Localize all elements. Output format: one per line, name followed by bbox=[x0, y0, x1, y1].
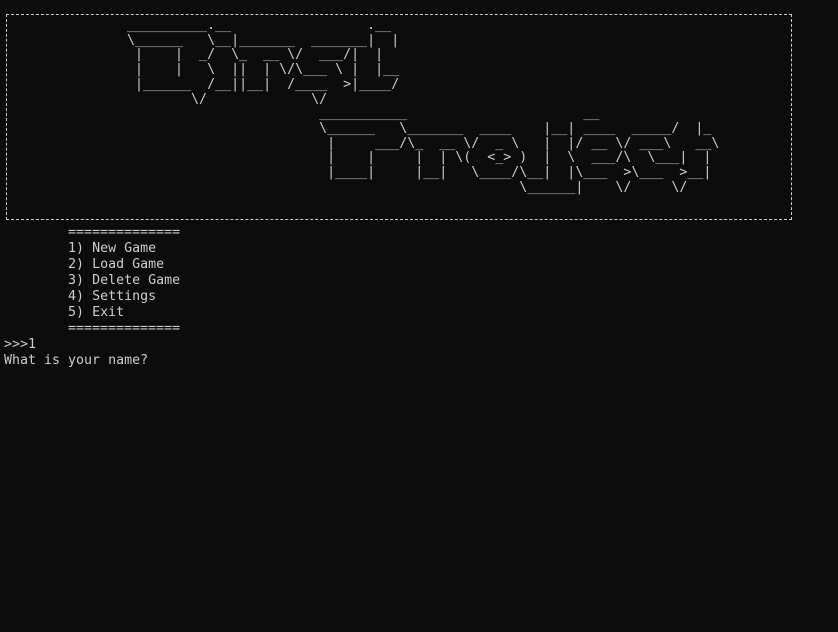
prompt-marker: >>> bbox=[4, 337, 29, 352]
user-input-value[interactable]: 1 bbox=[28, 337, 36, 352]
ascii-title-art: __________.__ .__ \______ \__|_______ __… bbox=[127, 18, 720, 195]
input-prompt-line[interactable]: >>>1 bbox=[4, 337, 36, 353]
menu-item-delete-game: 3) Delete Game bbox=[68, 273, 181, 288]
title-banner: __________.__ .__ \______ \__|_______ __… bbox=[6, 14, 792, 220]
menu-item-exit: 5) Exit bbox=[68, 305, 125, 320]
menu-separator-bottom: ============== bbox=[68, 321, 181, 336]
menu-item-settings: 4) Settings bbox=[68, 289, 157, 304]
name-question: What is your name? bbox=[4, 353, 149, 368]
menu-item-new-game: 1) New Game bbox=[68, 241, 157, 256]
menu-separator-top: ============== bbox=[68, 225, 181, 240]
menu-item-load-game: 2) Load Game bbox=[68, 257, 165, 272]
console-window[interactable]: { "banner": { "ascii_art": " __________.… bbox=[0, 0, 838, 632]
